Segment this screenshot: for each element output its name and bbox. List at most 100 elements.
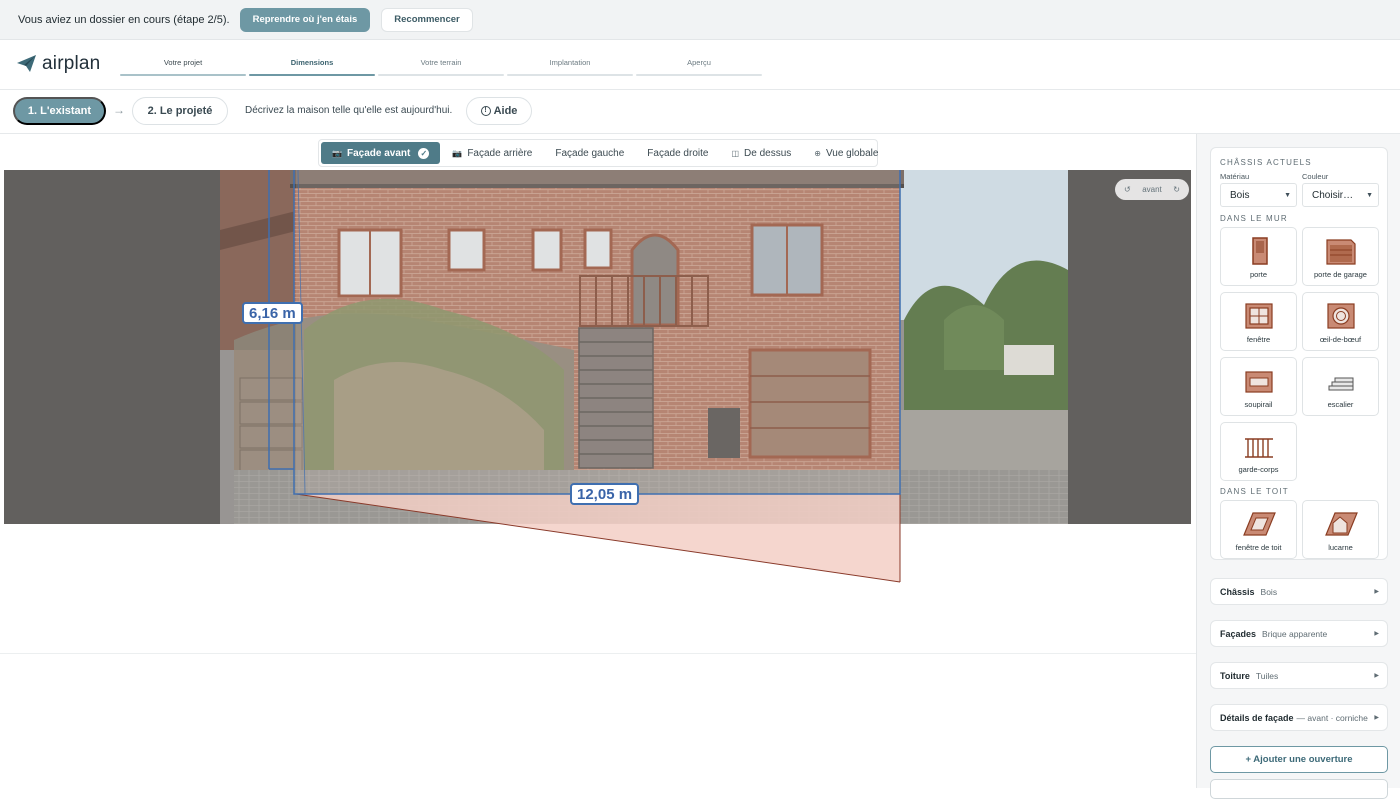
restart-button[interactable]: Recommencer bbox=[381, 7, 473, 32]
door-icon bbox=[1252, 237, 1268, 265]
tile-escalier[interactable]: escalier bbox=[1302, 357, 1379, 416]
mode-description: Décrivez la maison telle qu'elle est auj… bbox=[245, 105, 453, 116]
step-label: Aperçu bbox=[687, 58, 711, 67]
tile-label: œil-de-bœuf bbox=[1319, 335, 1362, 344]
tab-label: Vue globale bbox=[825, 147, 879, 159]
row-details-facade[interactable]: Détails de façade — avant · corniche ▶ bbox=[1210, 704, 1388, 731]
tile-label: lucarne bbox=[1328, 543, 1353, 552]
step-implantation[interactable]: Implantation bbox=[507, 56, 633, 76]
tile-soupirail[interactable]: soupirail bbox=[1220, 357, 1297, 416]
row-value: Bois bbox=[1260, 586, 1278, 597]
tile-fenetre[interactable]: fenêtre bbox=[1220, 292, 1297, 351]
step-votre-terrain[interactable]: Votre terrain bbox=[378, 56, 504, 76]
row-chassis[interactable]: Châssis Bois ▶ bbox=[1210, 578, 1388, 605]
row-facades[interactable]: Façades Brique apparente ▶ bbox=[1210, 620, 1388, 647]
rotate-control[interactable]: ↺ avant ↻ bbox=[1115, 179, 1189, 200]
resume-banner: Vous aviez un dossier en cours (étape 2/… bbox=[0, 0, 1400, 40]
row-title: Détails de façade bbox=[1220, 712, 1294, 723]
facade-photo[interactable] bbox=[4, 170, 1191, 524]
frames-card: Châssis actuels Matériau Bois ▼ Couleur … bbox=[1210, 147, 1388, 560]
step-label: Implantation bbox=[549, 58, 591, 67]
row-toiture[interactable]: Toiture Tuiles ▶ bbox=[1210, 662, 1388, 689]
paper-plane-icon bbox=[17, 55, 36, 72]
step-progress-bar bbox=[249, 74, 375, 76]
material-select[interactable]: Bois ▼ bbox=[1220, 183, 1297, 207]
tab-de-dessus[interactable]: ◫ De dessus bbox=[720, 142, 802, 164]
tab-facade-arriere[interactable]: 📷 Façade arrière bbox=[441, 142, 543, 164]
tile-label: escalier bbox=[1327, 400, 1354, 409]
help-button[interactable]: ! Aide bbox=[466, 97, 532, 125]
material-label: Matériau bbox=[1220, 172, 1250, 181]
tile-garde-corps[interactable]: garde-corps bbox=[1220, 422, 1297, 481]
row-title: Façades bbox=[1220, 628, 1257, 639]
step-progress-bar bbox=[120, 74, 246, 76]
railing-icon bbox=[1245, 438, 1273, 458]
rotate-left-icon[interactable]: ↺ bbox=[1124, 185, 1131, 194]
rotate-right-icon[interactable]: ↻ bbox=[1173, 185, 1180, 194]
logo[interactable]: airplan bbox=[17, 53, 100, 75]
tile-label: fenêtre bbox=[1246, 335, 1271, 344]
row-value: Tuiles bbox=[1255, 670, 1279, 681]
section-title-in-wall: Dans le mur bbox=[1220, 214, 1288, 223]
house-photo-illustration bbox=[4, 170, 1191, 524]
section-title-current-frames: Châssis actuels bbox=[1220, 158, 1312, 167]
color-select[interactable]: Choisir… ▼ bbox=[1302, 183, 1379, 207]
add-opening-button[interactable]: + Ajouter une ouverture bbox=[1210, 746, 1388, 773]
wizard-steps: Votre projet Dimensions Votre terrain Im… bbox=[120, 56, 765, 76]
tab-facade-gauche[interactable]: Façade gauche bbox=[544, 142, 635, 164]
resume-button[interactable]: Reprendre où j'en étais bbox=[239, 7, 371, 32]
row-value: — avant · corniche bbox=[1296, 712, 1368, 723]
tab-facade-droite[interactable]: Façade droite bbox=[636, 142, 719, 164]
chevron-right-icon: ▶ bbox=[1374, 589, 1379, 595]
window-icon bbox=[1245, 303, 1273, 329]
project-mode-button[interactable]: 2. Le projeté bbox=[132, 97, 228, 125]
mode-bar: 1. L'existant → 2. Le projeté Décrivez l… bbox=[0, 90, 1400, 134]
color-label: Couleur bbox=[1302, 172, 1329, 181]
secondary-button[interactable] bbox=[1210, 779, 1388, 799]
tab-label: Façade avant bbox=[346, 147, 411, 159]
step-label: Dimensions bbox=[290, 58, 334, 67]
step-dimensions[interactable]: Dimensions bbox=[249, 56, 375, 76]
tile-label: porte de garage bbox=[1314, 270, 1367, 279]
resume-message: Vous aviez un dossier en cours (étape 2/… bbox=[18, 13, 230, 26]
check-icon: ✓ bbox=[418, 147, 430, 159]
tile-porte[interactable]: porte bbox=[1220, 227, 1297, 286]
tab-facade-avant[interactable]: 📷 Façade avant ✓ bbox=[321, 142, 441, 164]
row-title: Châssis bbox=[1220, 586, 1255, 597]
arrow-right-icon: → bbox=[113, 103, 125, 117]
row-title: Toiture bbox=[1220, 670, 1250, 681]
info-icon: ! bbox=[480, 106, 491, 116]
tile-label: soupirail bbox=[1244, 400, 1273, 409]
top-view-icon: ◫ bbox=[731, 148, 740, 158]
help-label: Aide bbox=[493, 105, 518, 117]
tile-oeil-de-boeuf[interactable]: œil-de-bœuf bbox=[1302, 292, 1379, 351]
tile-fenetre-de-toit[interactable]: fenêtre de toit bbox=[1220, 500, 1297, 559]
section-title-in-roof: Dans le toit bbox=[1220, 487, 1289, 496]
step-progress-bar bbox=[636, 74, 762, 76]
properties-panel: Châssis actuels Matériau Bois ▼ Couleur … bbox=[1196, 134, 1400, 799]
tab-label: Façade droite bbox=[647, 147, 709, 159]
tile-lucarne[interactable]: lucarne bbox=[1302, 500, 1379, 559]
width-dimension-label[interactable]: 12,05 m bbox=[570, 483, 640, 505]
step-votre-projet[interactable]: Votre projet bbox=[120, 56, 246, 76]
round-window-icon bbox=[1327, 303, 1355, 329]
tile-porte-de-garage[interactable]: porte de garage bbox=[1302, 227, 1379, 286]
existing-mode-button[interactable]: 1. L'existant bbox=[13, 97, 106, 125]
tab-label: Façade arrière bbox=[467, 147, 533, 159]
step-label: Votre terrain bbox=[420, 58, 462, 67]
height-dimension-label[interactable]: 6,16 m bbox=[242, 302, 303, 324]
view-label: avant bbox=[1142, 185, 1162, 194]
chevron-right-icon: ▶ bbox=[1371, 714, 1379, 721]
material-value: Bois bbox=[1230, 189, 1250, 201]
tile-label: garde-corps bbox=[1238, 465, 1279, 474]
roof-window-icon bbox=[1243, 512, 1276, 536]
chevron-right-icon: ▶ bbox=[1374, 631, 1379, 637]
row-value: Brique apparente bbox=[1262, 628, 1328, 639]
tab-vue-globale[interactable]: ⊕ Vue globale bbox=[803, 142, 889, 164]
step-progress-bar bbox=[378, 74, 504, 76]
step-apercu[interactable]: Aperçu bbox=[636, 56, 762, 76]
app-header: airplan Votre projet Dimensions Votre te… bbox=[0, 40, 1400, 90]
basement-window-icon bbox=[1245, 371, 1273, 393]
camera-icon: 📷 bbox=[452, 148, 463, 158]
step-label: Votre projet bbox=[163, 58, 203, 67]
